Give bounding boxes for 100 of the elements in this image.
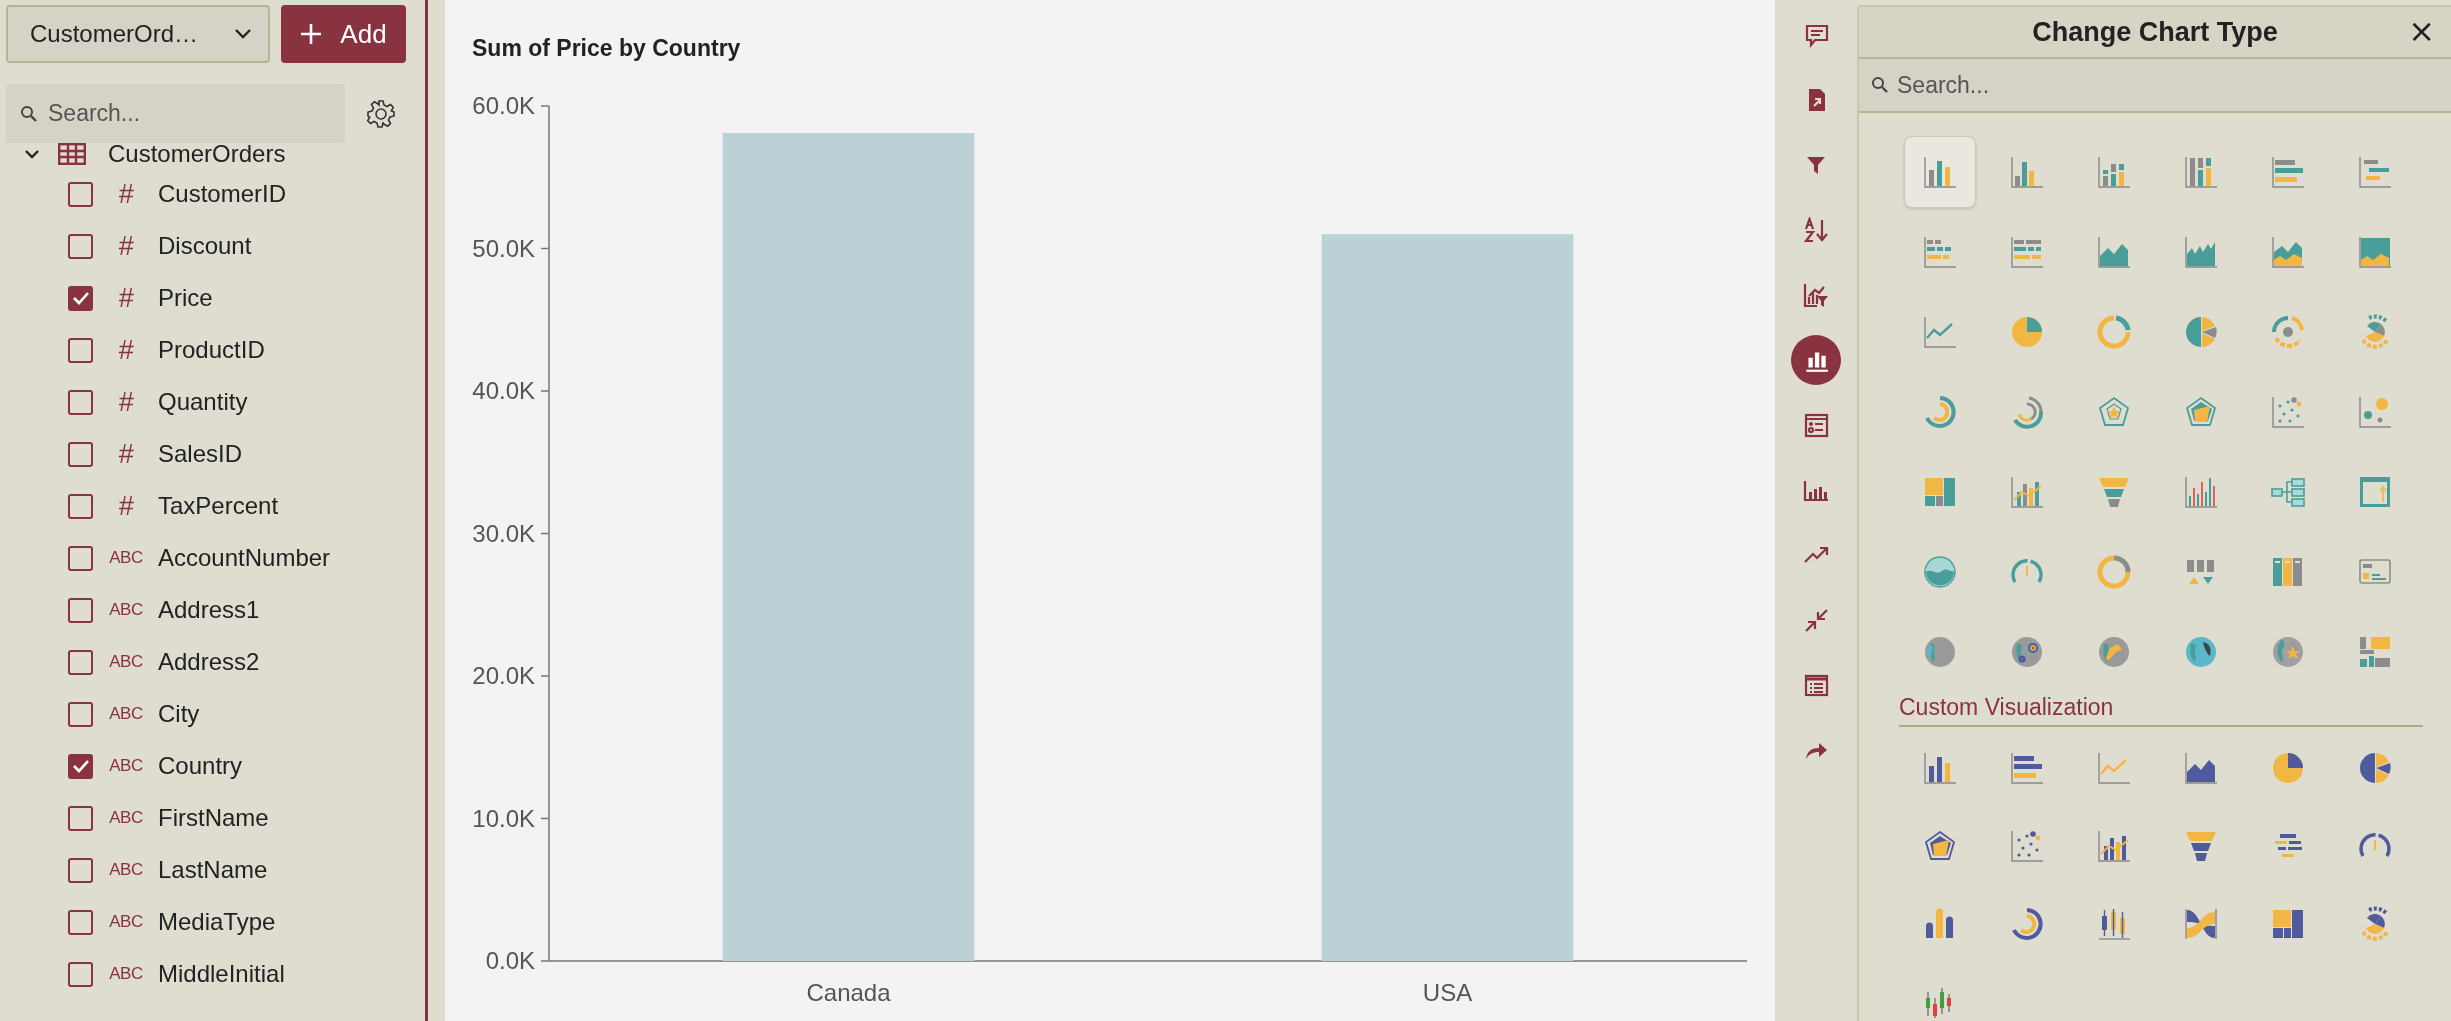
list-window-icon xyxy=(1803,672,1829,698)
field-type-label: # xyxy=(117,386,135,418)
field-type-label: # xyxy=(117,282,135,314)
checkbox[interactable] xyxy=(68,961,93,987)
field-name[interactable]: FirstName xyxy=(158,804,269,832)
field-name[interactable]: Quantity xyxy=(158,388,248,416)
field-name[interactable]: TaxPercent xyxy=(158,492,279,520)
checkbox[interactable] xyxy=(68,337,93,363)
column-chart-icon xyxy=(1922,154,1958,190)
pie-chart-icon xyxy=(2009,314,2045,350)
chart-type-button[interactable] xyxy=(1904,136,1976,208)
checkbox[interactable] xyxy=(68,701,93,727)
field-type-label: # xyxy=(117,334,135,366)
field-name[interactable]: Country xyxy=(158,752,243,780)
checkbox[interactable] xyxy=(68,545,93,571)
column-chart-icon xyxy=(1922,750,1958,786)
bubble-chart-icon xyxy=(2357,394,2393,430)
bar-chart-icon xyxy=(2009,750,2045,786)
checkbox[interactable] xyxy=(68,493,93,519)
toolbar-button[interactable] xyxy=(1791,335,1841,385)
flow-globe-map-icon xyxy=(2096,634,2132,670)
close-button[interactable]: × xyxy=(2404,15,2439,47)
field-name[interactable]: MediaType xyxy=(158,908,276,936)
field-type-label: ABC xyxy=(108,756,144,776)
stacked-bar-chart-icon xyxy=(1922,234,1958,270)
field-type-label: # xyxy=(117,230,135,262)
chart-title: Sum of Price by Country xyxy=(472,35,741,61)
full-stacked-column-chart-icon xyxy=(2183,154,2219,190)
field-name[interactable]: ProductID xyxy=(158,336,265,364)
checkbox[interactable] xyxy=(68,857,93,883)
liquid-gauge-icon xyxy=(1922,554,1958,590)
scatter-chart-icon xyxy=(2009,828,2045,864)
source-dropdown[interactable]: CustomerOrd… xyxy=(6,5,270,63)
table-name[interactable]: CustomerOrders xyxy=(108,140,286,168)
field-name[interactable]: LastName xyxy=(158,856,268,884)
sunburst-chart-icon xyxy=(2270,314,2306,350)
axis-label: 50.0K xyxy=(472,234,535,262)
frame-chart-icon xyxy=(2357,474,2393,510)
plus-icon xyxy=(300,23,323,45)
axis-label: 0.0K xyxy=(485,947,535,974)
field-name[interactable]: MiddleInitial xyxy=(158,960,285,988)
field-name[interactable]: Address1 xyxy=(158,596,260,624)
field-name[interactable]: SalesID xyxy=(158,440,243,468)
checkbox[interactable] xyxy=(68,233,93,259)
field-name[interactable]: City xyxy=(158,700,200,728)
axis-label: 60.0K xyxy=(472,92,535,119)
compress-icon xyxy=(1803,607,1829,633)
sankey-chart-icon xyxy=(2183,906,2219,942)
chevron-down-icon[interactable] xyxy=(24,147,40,161)
progress-ring-icon xyxy=(2096,554,2132,590)
line-chart-icon xyxy=(1922,314,1958,350)
section-title: Custom Visualization xyxy=(1899,694,2423,727)
sort-icon xyxy=(1803,217,1829,243)
comment-icon xyxy=(1803,22,1829,48)
field-name[interactable]: Address2 xyxy=(158,648,260,676)
checkbox[interactable] xyxy=(68,753,93,779)
settings-icon xyxy=(365,97,397,130)
area-chart-icon xyxy=(2183,750,2219,786)
grid-map-icon xyxy=(2357,634,2393,670)
checkbox[interactable] xyxy=(68,909,93,935)
search-field[interactable]: Search... xyxy=(1859,57,2451,113)
check-icon xyxy=(71,291,90,305)
field-type-label: ABC xyxy=(108,808,144,828)
field-type-label: # xyxy=(117,490,135,522)
checkbox[interactable] xyxy=(68,441,93,467)
field-type-label: ABC xyxy=(108,652,144,672)
add-button[interactable]: Add xyxy=(281,5,406,63)
pin-globe-map-icon xyxy=(2270,634,2306,670)
filled-globe-map-icon xyxy=(2183,634,2219,670)
chevron-down-icon xyxy=(234,28,252,40)
checkbox[interactable] xyxy=(68,805,93,831)
stacked-area-chart-icon xyxy=(2270,234,2306,270)
search-field[interactable]: Search... xyxy=(6,84,345,143)
axis-label: Canada xyxy=(806,979,891,1006)
axis-label: 20.0K xyxy=(472,662,535,689)
checkbox[interactable] xyxy=(68,181,93,207)
axis-label: 10.0K xyxy=(472,804,535,832)
combo-chart-icon xyxy=(2009,474,2045,510)
grouped-column-chart-icon xyxy=(2009,154,2045,190)
check-icon xyxy=(71,759,90,773)
axis-label: USA xyxy=(1422,979,1473,1006)
stacked-column-chart-icon xyxy=(2096,154,2132,190)
field-type-label: ABC xyxy=(108,860,144,880)
combo-chart-icon xyxy=(2096,828,2132,864)
chart-filter-icon xyxy=(1803,282,1829,308)
thin-bar-chart-icon xyxy=(2183,474,2219,510)
full-stacked-bar-chart-icon xyxy=(2009,234,2045,270)
full-area-chart-icon xyxy=(2357,234,2393,270)
checkbox[interactable] xyxy=(68,597,93,623)
checkbox[interactable] xyxy=(68,649,93,675)
field-name[interactable]: Price xyxy=(158,284,213,312)
field-name[interactable]: CustomerID xyxy=(158,180,287,208)
field-name[interactable]: Discount xyxy=(158,232,252,260)
checkbox[interactable] xyxy=(68,389,93,415)
pie-chart-icon xyxy=(2270,750,2306,786)
legend-icon xyxy=(1803,412,1829,438)
checkbox[interactable] xyxy=(68,285,93,311)
bar-chart-icon xyxy=(2270,154,2306,190)
search-icon xyxy=(1871,76,1889,94)
field-name[interactable]: AccountNumber xyxy=(158,544,331,572)
